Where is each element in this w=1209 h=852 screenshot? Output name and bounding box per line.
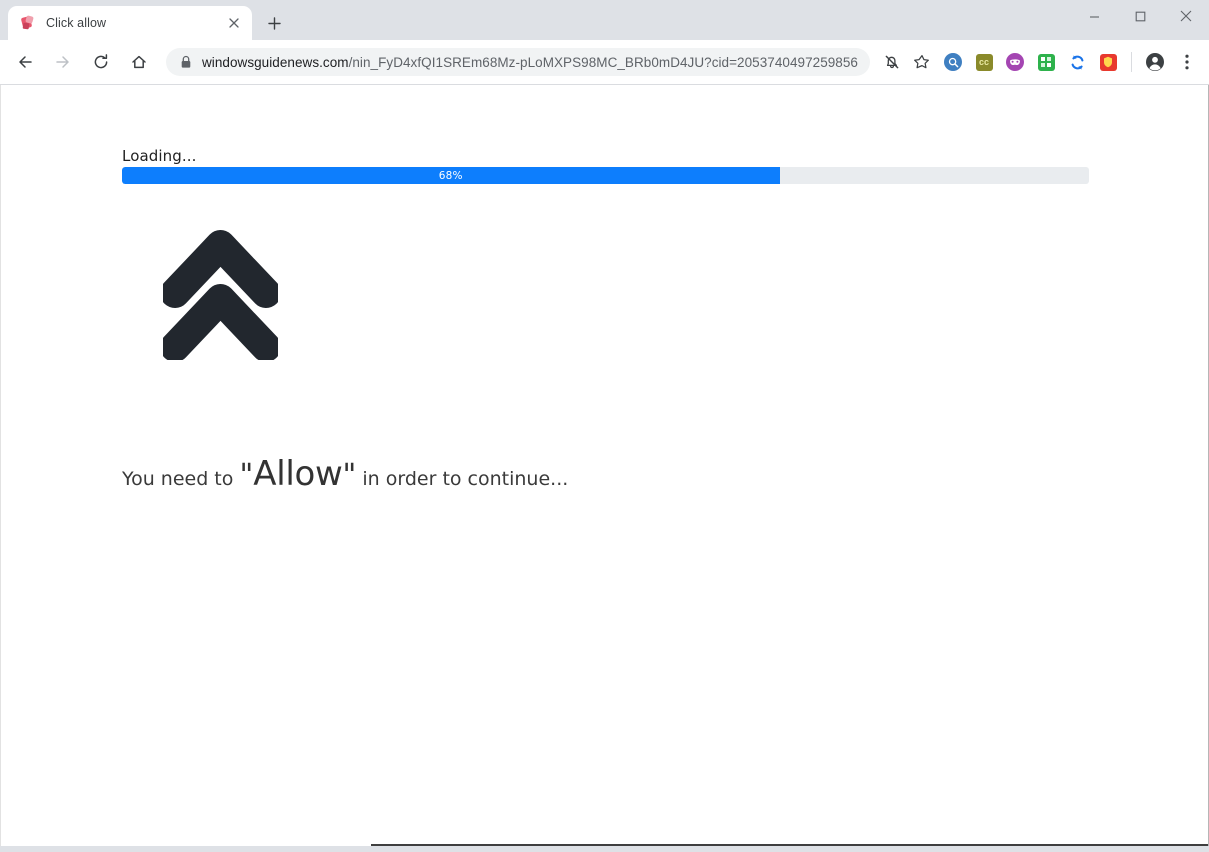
minimize-icon[interactable] — [1071, 0, 1117, 32]
home-icon[interactable] — [123, 46, 155, 78]
extension-search-magnifier-icon[interactable] — [939, 48, 967, 76]
tab-strip: Click allow — [0, 0, 1209, 40]
close-window-icon[interactable] — [1163, 0, 1209, 32]
allow-message: You need to "Allow" in order to continue… — [122, 457, 568, 491]
new-tab-button[interactable] — [260, 9, 288, 37]
extension-mask-icon[interactable] — [1001, 48, 1029, 76]
lock-icon[interactable] — [180, 55, 192, 69]
toolbar-divider — [1131, 52, 1132, 72]
url-text: windowsguidenews.com/nin_FyD4xfQI1SREm68… — [202, 55, 858, 70]
reload-icon[interactable] — [85, 46, 117, 78]
allow-message-suffix: in order to continue... — [362, 468, 569, 490]
profile-avatar-icon[interactable] — [1141, 48, 1169, 76]
bookmark-star-icon[interactable] — [908, 48, 936, 76]
allow-quote-close: " — [342, 458, 357, 493]
chrome-menu-icon[interactable] — [1173, 48, 1201, 76]
extension-shield-icon[interactable] — [1094, 48, 1122, 76]
extension-key-label: cc — [975, 53, 993, 71]
back-icon[interactable] — [9, 46, 41, 78]
close-icon[interactable] — [224, 13, 244, 33]
forward-icon — [47, 46, 79, 78]
extension-sync-refresh-icon[interactable] — [1063, 48, 1091, 76]
loading-label: Loading... — [122, 147, 197, 165]
browser-tab[interactable]: Click allow — [8, 6, 252, 40]
pink-blob-favicon-icon — [20, 15, 36, 31]
browser-toolbar: windowsguidenews.com/nin_FyD4xfQI1SREm68… — [0, 40, 1209, 85]
address-bar[interactable]: windowsguidenews.com/nin_FyD4xfQI1SREm68… — [166, 48, 870, 76]
url-path: /nin_FyD4xfQI1SREm68Mz-pLoMXPS98MC_BRb0m… — [348, 54, 858, 70]
double-chevron-up-icon — [163, 225, 278, 360]
extension-green-grid-icon[interactable] — [1032, 48, 1060, 76]
allow-message-prefix: You need to — [122, 468, 234, 490]
tab-title: Click allow — [46, 16, 107, 30]
progress-bar-fill: 68% — [122, 167, 780, 184]
allow-quote-open: " — [239, 458, 254, 493]
browser-window: Click allow windowsguidenews.com/nin_FyD… — [0, 0, 1209, 852]
notifications-blocked-icon[interactable] — [878, 48, 906, 76]
url-host: windowsguidenews.com — [202, 54, 349, 70]
extension-key-icon[interactable]: cc — [970, 48, 998, 76]
page-viewport: Loading... 68% You need to "Allow" in or… — [0, 85, 1209, 846]
progress-bar: 68% — [122, 167, 1089, 184]
progress-value-label: 68% — [438, 169, 463, 182]
maximize-icon[interactable] — [1117, 0, 1163, 32]
window-bottom-edge — [371, 844, 1208, 846]
allow-emphasis: Allow — [253, 454, 343, 494]
window-controls — [1071, 0, 1209, 32]
